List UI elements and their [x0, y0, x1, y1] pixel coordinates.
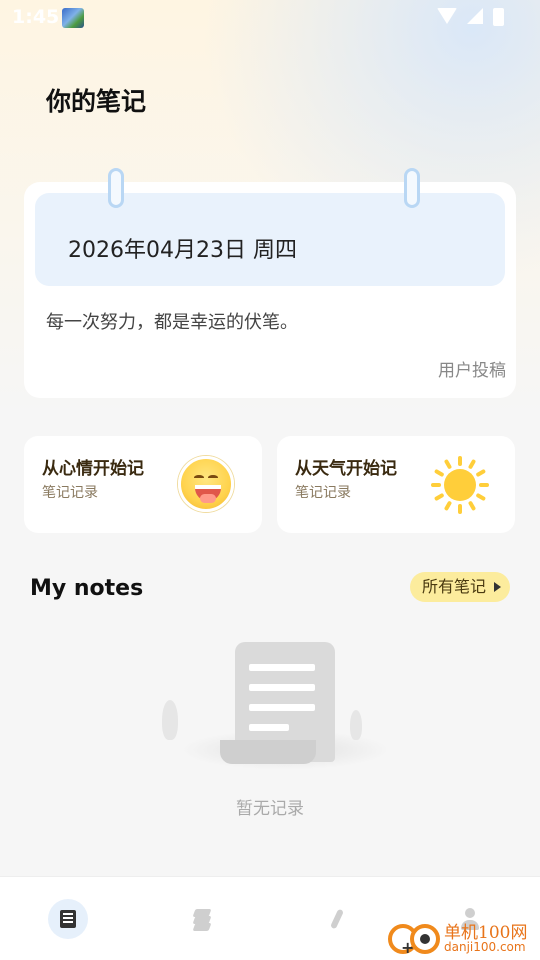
page-title: 你的笔记: [46, 87, 147, 116]
quote-source: 用户投稿: [438, 361, 506, 381]
play-arrow-icon: [494, 582, 501, 592]
nav-notes-tab[interactable]: [48, 899, 88, 939]
app-notification-icon: [62, 8, 84, 28]
start-from-mood-card[interactable]: 从心情开始记 笔记记录: [24, 436, 262, 533]
status-icons: [437, 8, 504, 26]
status-time: 1:45: [12, 6, 60, 28]
pen-icon: [330, 908, 344, 930]
nav-write-tab[interactable]: [316, 899, 356, 939]
wifi-icon: [437, 8, 457, 24]
entry-title: 从心情开始记: [42, 459, 144, 479]
all-notes-label: 所有笔记: [421, 577, 486, 596]
entry-subtitle: 笔记记录: [295, 485, 351, 501]
watermark-url: danji100.com: [444, 940, 526, 954]
status-bar: 1:45: [0, 0, 540, 36]
binder-ring-icon: [404, 168, 420, 208]
nav-layers-tab[interactable]: [182, 899, 222, 939]
date-text: 2026年04月23日 周四: [68, 238, 297, 263]
battery-icon: [493, 8, 504, 26]
watermark: + 单机100网 danji100.com: [388, 916, 538, 960]
empty-state-text: 暂无记录: [236, 799, 304, 819]
my-notes-heading: My notes: [30, 576, 144, 601]
notebook-icon: [60, 910, 76, 928]
binder-ring-icon: [108, 168, 124, 208]
mood-face-icon: [178, 456, 234, 512]
all-notes-button[interactable]: 所有笔记: [409, 572, 510, 602]
signal-icon: [467, 8, 483, 24]
sun-icon: [429, 454, 491, 516]
entry-subtitle: 笔记记录: [42, 485, 98, 501]
entry-title: 从天气开始记: [295, 459, 397, 479]
daily-quote: 每一次努力，都是幸运的伏笔。: [46, 312, 298, 333]
watermark-logo: +: [388, 918, 440, 958]
start-from-weather-card[interactable]: 从天气开始记 笔记记录: [277, 436, 515, 533]
empty-state-illustration: [150, 630, 410, 780]
